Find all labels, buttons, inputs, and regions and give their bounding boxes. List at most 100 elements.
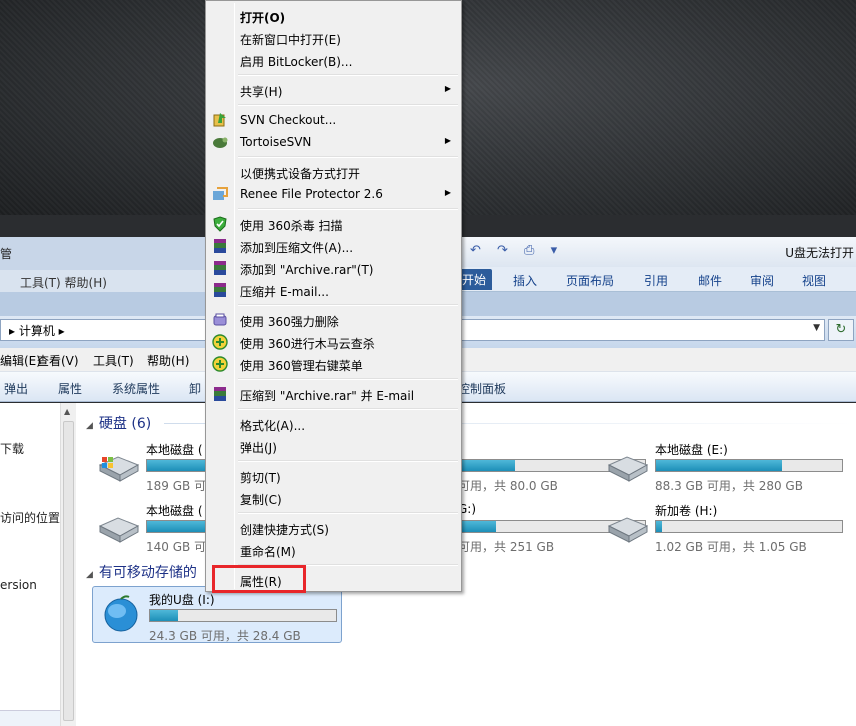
windows-drive-icon — [98, 456, 140, 482]
drive-size: 可用，共 251 GB — [458, 540, 555, 554]
tab-insert[interactable]: 插入 — [513, 272, 537, 289]
tab-references[interactable]: 引用 — [644, 272, 668, 289]
chevron-down-icon[interactable]: ▼ — [813, 323, 820, 333]
menu-item-label: 使用 360杀毒 扫描 — [240, 219, 343, 233]
menu-item-label: 在新窗口中打开(E) — [240, 33, 341, 47]
menu-item-label: 剪切(T) — [240, 471, 281, 485]
menu-item-360-manage[interactable]: 使用 360管理右键菜单 — [208, 353, 459, 375]
winrar-icon — [214, 261, 226, 275]
drive-name: 新加卷 (H:) — [655, 504, 718, 518]
control-panel-button[interactable]: 控制面板 — [458, 380, 506, 397]
menu-separator — [238, 512, 458, 514]
menu-item-label: 压缩到 "Archive.rar" 并 E-mail — [240, 389, 415, 403]
menu-item-share[interactable]: 共享(H) ▶ — [208, 79, 459, 101]
submenu-arrow-icon: ▶ — [444, 136, 451, 145]
drive-h[interactable]: 新加卷 (H:) 1.02 GB 可用，共 1.05 GB — [599, 498, 849, 554]
menu-item-label: 格式化(A)... — [240, 419, 306, 433]
menu-item-compress-rar-email[interactable]: 压缩到 "Archive.rar" 并 E-mail — [208, 383, 459, 405]
back-window-title: 管 — [0, 247, 13, 261]
menu-item-label: 弹出(J) — [240, 441, 277, 455]
nav-item-version[interactable]: ersion — [0, 578, 37, 592]
menu-item-label: 添加到压缩文件(A)... — [240, 241, 354, 255]
menu-item-tortoisesvn[interactable]: TortoiseSVN ▶ — [208, 131, 459, 153]
drive-usage-bar — [655, 459, 843, 472]
menu-item-360-trojan[interactable]: 使用 360进行木马云查杀 — [208, 331, 459, 353]
drive-usage-fill — [656, 521, 662, 532]
menu-item-add-archive[interactable]: 添加到压缩文件(A)... — [208, 235, 459, 257]
menu-item-label: 使用 360强力删除 — [240, 315, 339, 329]
drive-name: 我的U盘 (I:) — [149, 593, 215, 607]
tortoise-icon — [213, 137, 228, 148]
nav-scrollbar[interactable]: ▲ — [60, 403, 76, 726]
group-removable-label: 有可移动存储的 — [98, 565, 197, 581]
uninstall-button[interactable]: 卸 — [189, 380, 201, 397]
menu-item-label: 使用 360进行木马云查杀 — [240, 337, 375, 351]
menu-item-svn-checkout[interactable]: SVN Checkout... — [208, 109, 459, 131]
drive-name: 本地磁盘 ( — [146, 504, 203, 518]
usb-drive-icon — [104, 595, 138, 632]
drive-usage-fill — [656, 460, 783, 471]
drive-name: 本地磁盘 ( — [146, 443, 203, 457]
menu-item-add-archive-rar[interactable]: 添加到 "Archive.rar"(T) — [208, 257, 459, 279]
svn-checkout-icon — [213, 113, 226, 127]
eject-button[interactable]: 弹出 — [4, 380, 28, 397]
scroll-up-icon[interactable]: ▲ — [64, 407, 70, 416]
drive-size: 88.3 GB 可用，共 280 GB — [655, 479, 803, 493]
menu-item-portable-device[interactable]: 以便携式设备方式打开 — [208, 161, 459, 183]
menu-item-label: 以便携式设备方式打开 — [240, 167, 361, 181]
menu-item-360-delete[interactable]: 使用 360强力删除 — [208, 309, 459, 331]
quick-access-toolbar: ↶ ↷ ⎙ ▾ U盘无法打开 — [440, 237, 856, 267]
menu-item-copy[interactable]: 复制(C) — [208, 487, 459, 509]
drive-e[interactable]: 本地磁盘 (E:) 88.3 GB 可用，共 280 GB — [599, 437, 849, 493]
menu-item-open[interactable]: 打开(O) — [208, 5, 459, 27]
tab-review[interactable]: 审阅 — [750, 272, 774, 289]
ribbon-tabs: 开始 插入 页面布局 引用 邮件 审阅 视图 — [440, 267, 856, 292]
menu-item-compress-email[interactable]: 压缩并 E-mail... — [208, 279, 459, 301]
menu-item-bitlocker[interactable]: 启用 BitLocker(B)... — [208, 49, 459, 71]
tab-mailings[interactable]: 邮件 — [698, 272, 722, 289]
shield-icon — [213, 216, 227, 232]
menu-item-rename[interactable]: 重命名(M) — [208, 539, 459, 561]
menu-separator — [238, 74, 458, 76]
drive-name: 本地磁盘 (E:) — [655, 443, 728, 457]
tab-layout[interactable]: 页面布局 — [566, 272, 614, 289]
drive-size: 1.02 GB 可用，共 1.05 GB — [655, 540, 807, 554]
menu-separator — [238, 104, 458, 106]
menu-separator — [238, 408, 458, 410]
group-removable[interactable]: ◢ 有可移动存储的 — [86, 562, 197, 582]
collapse-icon[interactable]: ◢ — [86, 570, 93, 580]
group-hard-disks[interactable]: ◢ 硬盘 (6) — [86, 413, 151, 433]
undo-redo-icons[interactable]: ↶ ↷ ⎙ ▾ — [470, 243, 563, 258]
properties-button[interactable]: 属性 — [58, 380, 82, 397]
drive-size: 140 GB 可 — [146, 540, 207, 554]
menu-item-cut[interactable]: 剪切(T) — [208, 465, 459, 487]
menu-edit[interactable]: 编辑(E) — [0, 352, 41, 369]
menu-item-label: 创建快捷方式(S) — [240, 523, 329, 537]
collapse-icon[interactable]: ◢ — [86, 421, 93, 431]
menu-help[interactable]: 帮助(H) — [147, 352, 189, 369]
menu-tools[interactable]: 工具(T) — [93, 352, 134, 369]
menu-item-open-new-window[interactable]: 在新窗口中打开(E) — [208, 27, 459, 49]
menu-item-360-scan[interactable]: 使用 360杀毒 扫描 — [208, 213, 459, 235]
system-properties-button[interactable]: 系统属性 — [112, 380, 160, 397]
menu-item-eject[interactable]: 弹出(J) — [208, 435, 459, 457]
menu-view[interactable]: 查看(V) — [37, 352, 79, 369]
drive-usage-fill — [459, 460, 515, 471]
nav-item-recent-places[interactable]: 访问的位置 — [0, 509, 60, 526]
nav-item-downloads[interactable]: 下载 — [0, 440, 24, 457]
context-menu: 打开(O) 在新窗口中打开(E) 启用 BitLocker(B)... 共享(H… — [205, 0, 462, 592]
drive-usb[interactable]: 我的U盘 (I:) 24.3 GB 可用，共 28.4 GB — [92, 586, 342, 643]
word-title: U盘无法打开 — [785, 246, 854, 260]
scroll-thumb[interactable] — [63, 421, 74, 721]
menu-separator — [238, 378, 458, 380]
menu-item-label: TortoiseSVN — [240, 135, 312, 149]
tab-view[interactable]: 视图 — [802, 272, 826, 289]
menu-item-format[interactable]: 格式化(A)... — [208, 413, 459, 435]
drive-usage-fill — [150, 610, 178, 621]
refresh-icon[interactable]: ↻ — [828, 319, 854, 341]
menu-item-label: 启用 BitLocker(B)... — [240, 55, 353, 69]
menu-item-label: 复制(C) — [240, 493, 282, 507]
status-strip — [0, 710, 60, 726]
menu-item-renee[interactable]: Renee File Protector 2.6 ▶ — [208, 183, 459, 205]
menu-item-create-shortcut[interactable]: 创建快捷方式(S) — [208, 517, 459, 539]
